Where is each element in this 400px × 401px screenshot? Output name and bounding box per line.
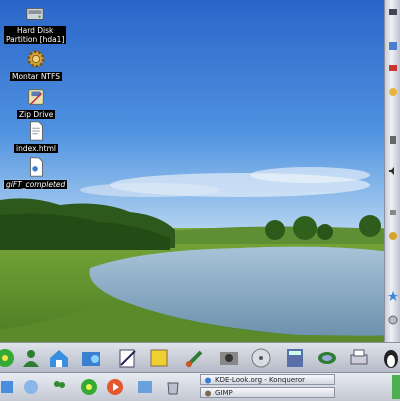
desktop-icon-montar-ntfs[interactable]: Montar NTFS [10, 48, 62, 81]
panel-applet-volume-icon[interactable] [387, 165, 399, 177]
desktop-show-icon[interactable] [134, 375, 156, 399]
panel-applet-clipboard-icon[interactable] [387, 134, 399, 146]
media-player-icon[interactable] [104, 375, 126, 399]
panel-applet-konqueror-icon[interactable] [387, 230, 399, 242]
html-file-icon [30, 121, 43, 141]
panel-applet-monitor-icon[interactable] [387, 6, 399, 18]
desktop-icon-label: index.html [14, 144, 58, 153]
kde-menu-icon[interactable] [0, 375, 18, 399]
panel-applet-mail-icon[interactable] [387, 62, 399, 74]
konqueror-icon [205, 377, 211, 384]
calculator-icon[interactable] [282, 345, 308, 371]
application-launcher-bar [0, 342, 400, 373]
paint-brush-icon[interactable] [182, 345, 208, 371]
panel-applet-network-icon[interactable] [387, 40, 399, 52]
panel-applet-star-icon[interactable] [387, 290, 399, 302]
control-center-icon[interactable] [78, 345, 104, 371]
folder-document-icon [29, 157, 43, 177]
taskbar-task-konqueror[interactable]: KDE-Look.org - Konqueror [200, 374, 335, 385]
right-side-panel [384, 0, 400, 344]
cd-player-icon[interactable] [248, 345, 274, 371]
notes-icon[interactable] [146, 345, 172, 371]
trash-icon[interactable] [162, 375, 184, 399]
desktop-icon-zip-drive[interactable]: Zip Drive [17, 86, 56, 119]
desktop-icon-label: Hard Disk Partition [hda1] [4, 26, 67, 44]
network-icon[interactable] [314, 345, 340, 371]
taskbar-task-gimp[interactable]: GIMP [200, 387, 335, 398]
taskbar: KDE-Look.org - Konqueror GIMP [0, 372, 400, 401]
hard-disk-icon [26, 7, 44, 20]
panel-applet-weather-icon[interactable] [387, 86, 399, 98]
printer-icon[interactable] [346, 345, 372, 371]
task-label: KDE-Look.org - Konqueror [215, 376, 306, 384]
users-icon[interactable] [48, 375, 70, 399]
icq-icon[interactable] [0, 345, 18, 371]
desktop-icon-label: giFT_completed [2, 179, 69, 190]
icq-taskbar-icon[interactable] [78, 375, 100, 399]
tux-icon[interactable] [378, 345, 400, 371]
panel-applet-logout-icon[interactable] [387, 314, 399, 326]
task-label: GIMP [215, 389, 233, 397]
zip-drive-icon [28, 89, 44, 105]
desktop-icon-hard-disk[interactable]: Hard Disk Partition [hda1] [4, 2, 67, 44]
panel-applet-lock-icon[interactable] [387, 205, 399, 217]
desktop-icon-label: Zip Drive [17, 110, 56, 119]
kde-user-icon[interactable] [18, 345, 44, 371]
gear-icon [27, 50, 45, 68]
desktop-icon-gift-completed[interactable]: giFT_completed [2, 156, 69, 190]
desktop-icon-label: Montar NTFS [10, 72, 62, 81]
gimp-icon [205, 390, 211, 397]
image-viewer-icon[interactable] [216, 345, 242, 371]
home-folder-icon[interactable] [46, 345, 72, 371]
taskbar-right-applet[interactable] [392, 375, 400, 399]
desktop-icon-index-html[interactable]: index.html [14, 120, 58, 153]
system-icon[interactable] [20, 375, 42, 399]
text-editor-icon[interactable] [114, 345, 140, 371]
